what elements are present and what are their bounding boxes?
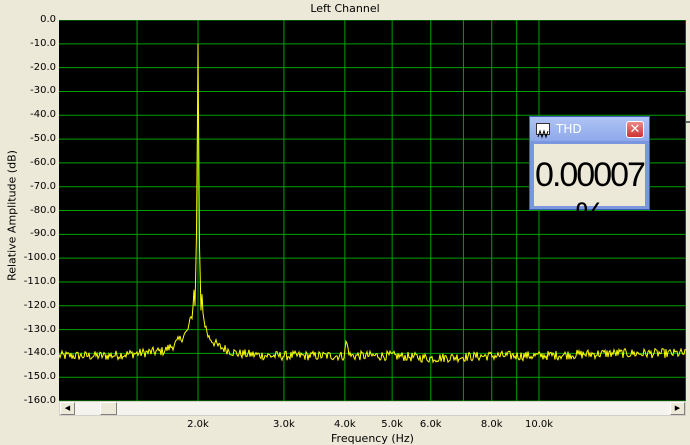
thd-titlebar[interactable]: THD ✕ bbox=[530, 117, 649, 141]
thd-body: 0.00007 % bbox=[534, 144, 646, 234]
close-icon[interactable]: ✕ bbox=[626, 121, 644, 138]
waveform-icon bbox=[536, 123, 550, 139]
x-tick-label: 3.0k bbox=[273, 419, 295, 430]
scroll-thumb[interactable] bbox=[100, 402, 117, 415]
y-tick-label: -10.0 bbox=[30, 37, 56, 49]
y-tick-label: -80.0 bbox=[30, 204, 56, 216]
y-tick-label: -20.0 bbox=[30, 61, 56, 73]
y-tick-label: -150.0 bbox=[23, 371, 56, 383]
x-tick-label: 4.0k bbox=[334, 419, 356, 430]
window-title: Left Channel bbox=[310, 2, 380, 15]
y-tick-label: -50.0 bbox=[30, 133, 56, 145]
x-axis-label: Frequency (Hz) bbox=[331, 432, 414, 445]
y-tick-label: -70.0 bbox=[30, 180, 56, 192]
thd-title: THD bbox=[556, 122, 582, 136]
right-edge-marker bbox=[686, 121, 690, 123]
y-tick-label: -110.0 bbox=[23, 275, 56, 287]
y-tick-label: -30.0 bbox=[30, 85, 56, 97]
y-tick-label: -40.0 bbox=[30, 109, 56, 121]
x-tick-label: 6.0k bbox=[419, 419, 442, 430]
right-edge-bar bbox=[686, 20, 690, 400]
x-tick-label: 8.0k bbox=[480, 419, 503, 430]
y-tick-label: -160.0 bbox=[23, 395, 56, 406]
thd-value: 0.00007 % bbox=[535, 156, 646, 234]
y-tick-label: -130.0 bbox=[23, 323, 56, 335]
y-tick-label: 0.0 bbox=[40, 14, 56, 25]
y-tick-label: -90.0 bbox=[30, 228, 56, 240]
arrow-left-icon[interactable]: ◀ bbox=[60, 402, 75, 415]
arrow-right-icon[interactable]: ▶ bbox=[670, 402, 685, 415]
x-tick-label: 2.0k bbox=[187, 419, 209, 430]
x-tick-label: 10.0k bbox=[524, 419, 554, 430]
y-tick-label: -100.0 bbox=[23, 252, 56, 264]
thd-panel[interactable]: THD ✕ 0.00007 % bbox=[529, 116, 650, 234]
y-tick-label: -120.0 bbox=[23, 299, 56, 311]
y-tick-label: -60.0 bbox=[30, 156, 56, 168]
horizontal-scrollbar[interactable]: ◀ ▶ bbox=[59, 401, 686, 416]
y-tick-label: -140.0 bbox=[23, 347, 56, 359]
